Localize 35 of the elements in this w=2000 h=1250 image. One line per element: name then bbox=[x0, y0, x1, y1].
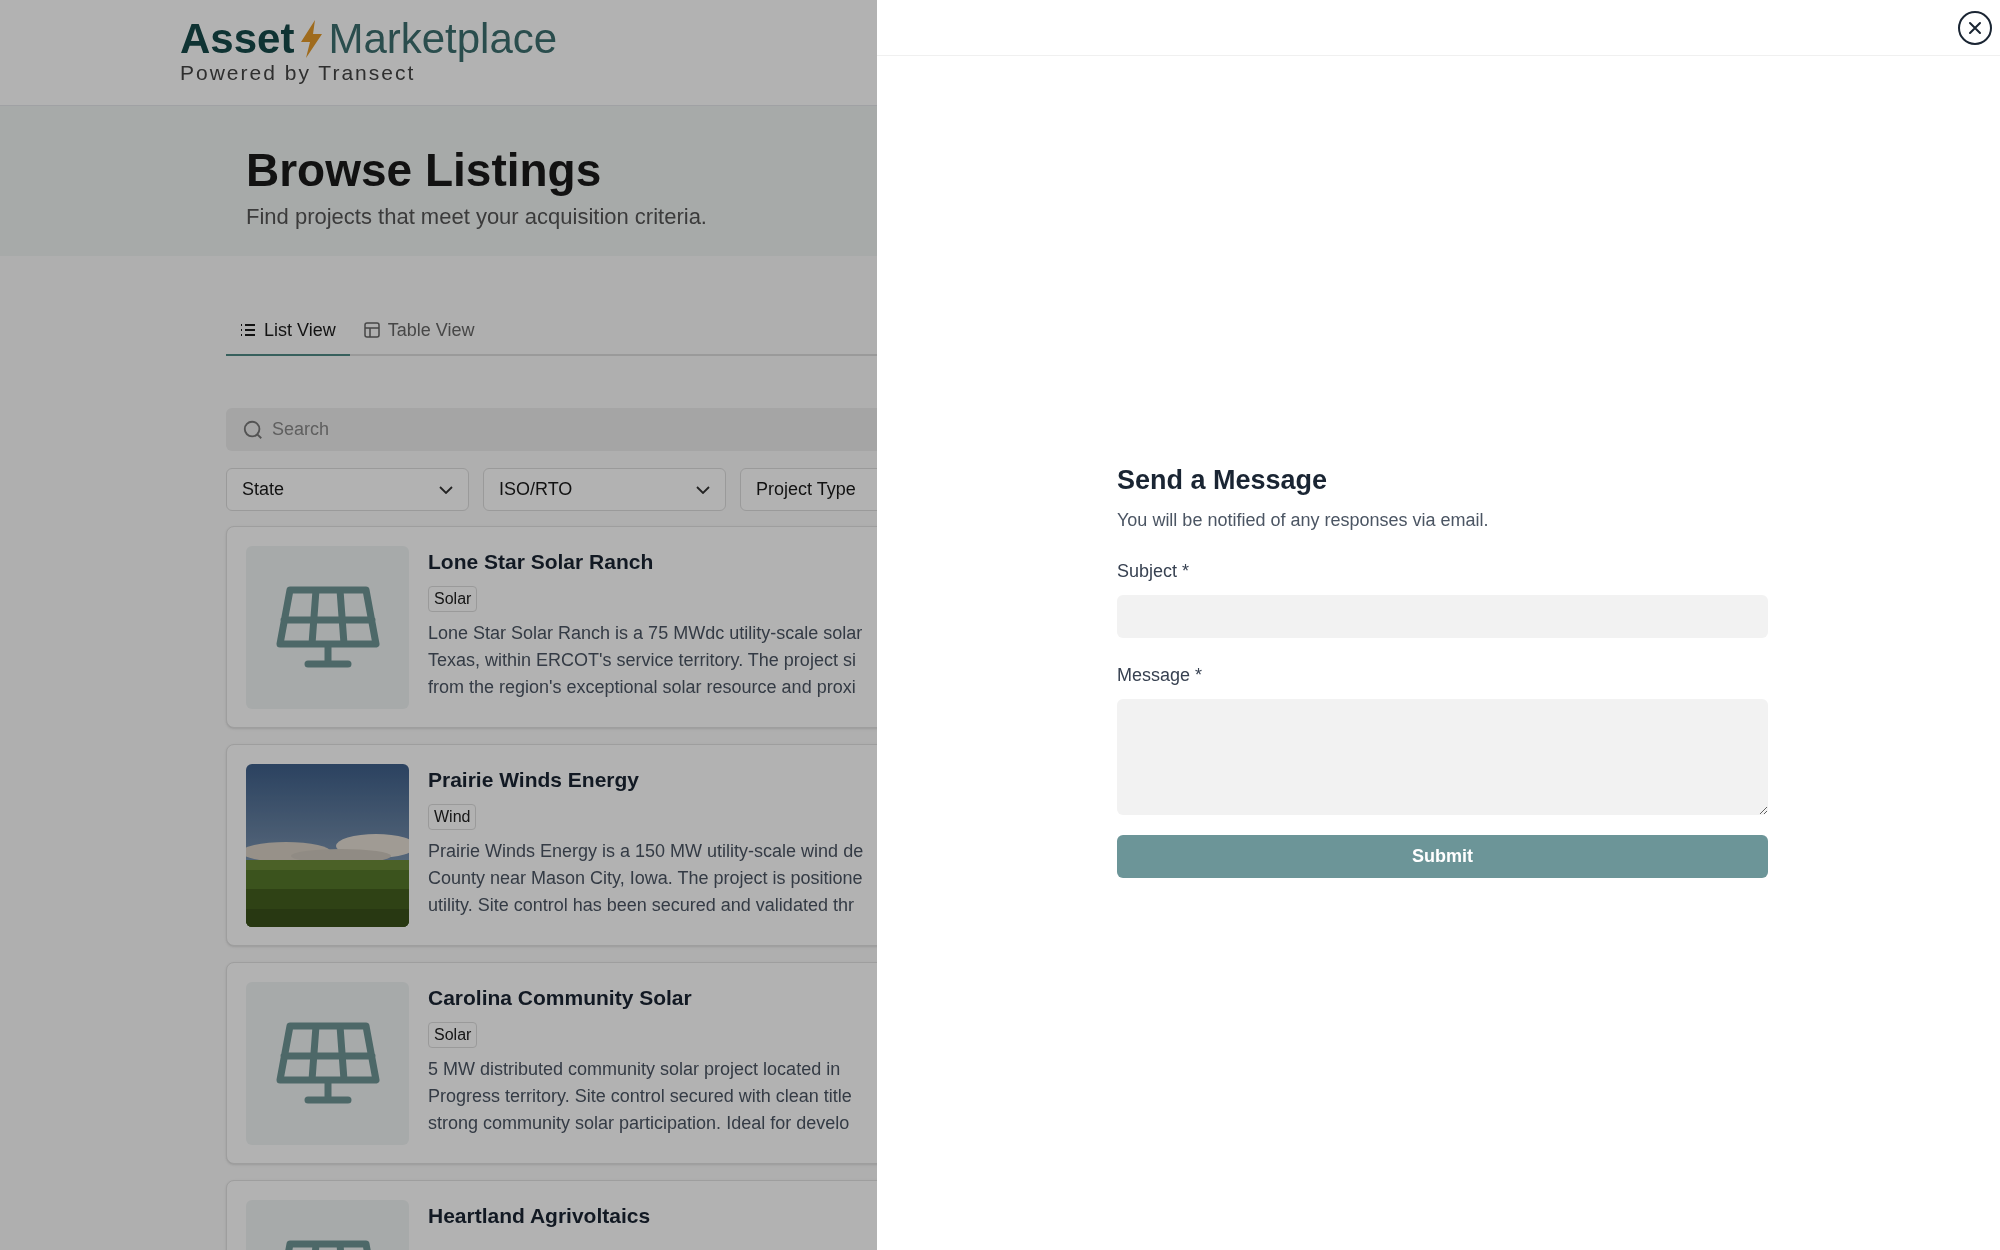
page-subtitle: Find projects that meet your acquisition criteria. bbox=[246, 202, 708, 231]
filter-dropdown[interactable]: State bbox=[226, 468, 469, 511]
listing-title: Heartland Agrivoltaics bbox=[428, 1203, 651, 1229]
listing-description: Lone Star Solar Ranch is a 75 MWdc utility-scale solar bbox=[428, 622, 863, 645]
view-tab[interactable]: List View bbox=[226, 306, 350, 356]
listing-description: County near Mason City, Iowa. The project is positione bbox=[428, 867, 864, 890]
listing-title: Carolina Community Solar bbox=[428, 985, 693, 1011]
filter-dropdown[interactable]: Project Type bbox=[740, 468, 877, 511]
brand-name: Marketplace bbox=[328, 18, 558, 60]
form-subtitle: You will be notified of any responses via email. bbox=[1117, 508, 1490, 532]
type-tag: Solar bbox=[428, 586, 478, 612]
type-tag: Solar bbox=[428, 1022, 478, 1048]
listing-description: strong community solar participation. Ideal for develo bbox=[428, 1112, 851, 1135]
listing-title: Prairie Winds Energy bbox=[428, 767, 641, 793]
view-tab[interactable]: Table View bbox=[349, 306, 489, 356]
filter-dropdown[interactable]: ISO/RTO bbox=[483, 468, 726, 511]
field-label: Subject * bbox=[1117, 559, 1191, 583]
listing-card[interactable]: Heartland Agrivoltaics bbox=[226, 1180, 877, 1250]
search-field[interactable]: Search bbox=[226, 408, 877, 451]
type-tag: Wind bbox=[428, 804, 477, 830]
listing-card[interactable]: Prairie Winds Energy Wind Prairie Winds Energy is a 150 MW utility-scale wind de County near Mason City, Iowa. The project is positione utility. Site control has been secured and validated thr bbox=[226, 744, 877, 946]
page-title: Browse Listings bbox=[246, 143, 603, 198]
listing-description: Prairie Winds Energy is a 150 MW utility-scale wind de bbox=[428, 840, 864, 863]
tagline: Powered by Transect bbox=[180, 62, 416, 83]
listing-description: from the region's exceptional solar resource and proxi bbox=[428, 676, 857, 699]
listing-description: 5 MW distributed community solar project located in bbox=[428, 1058, 842, 1081]
listing-description: utility. Site control has been secured and validated thr bbox=[428, 894, 855, 917]
listing-description: Progress territory. Site control secured with clean title bbox=[428, 1085, 852, 1108]
listing-card[interactable]: Lone Star Solar Ranch Solar Lone Star Solar Ranch is a 75 MWdc utility-scale solar Texas, within ERCOT's service territory. The project si from the region's exceptional solar resource and proxi bbox=[226, 526, 877, 728]
listing-description: Texas, within ERCOT's service territory. The project si bbox=[428, 649, 857, 672]
listing-card[interactable]: Carolina Community Solar Solar 5 MW distributed community solar project located in Progress territory. Site control secured with clean title strong community solar participation. Ideal for develo bbox=[226, 962, 877, 1164]
listing-title: Lone Star Solar Ranch bbox=[428, 549, 655, 575]
brand-name: Asset bbox=[180, 18, 295, 60]
field-label: Message * bbox=[1117, 663, 1204, 687]
form-title: Send a Message bbox=[1117, 464, 1329, 497]
